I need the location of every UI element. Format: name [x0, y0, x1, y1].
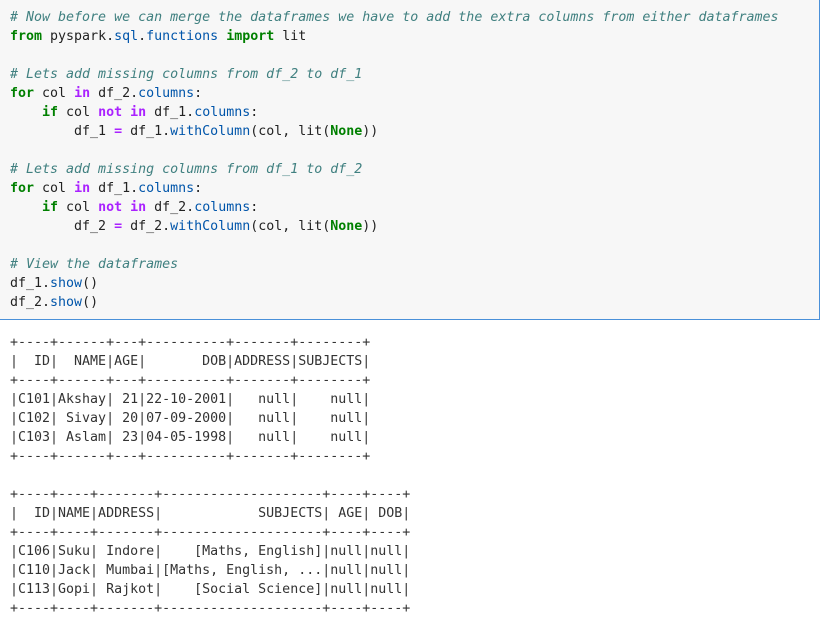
code-token: . — [106, 29, 115, 44]
code-token: in — [130, 200, 147, 215]
code-token: import — [226, 29, 275, 44]
code-token: (col, lit( — [250, 219, 331, 234]
code-line: if col not in df_1.columns: — [10, 103, 819, 122]
code-cell[interactable]: # Now before we can merge the dataframes… — [0, 0, 820, 320]
code-token: columns — [138, 86, 195, 101]
code-token: df_2. — [90, 86, 139, 101]
code-line: # View the dataframes — [10, 255, 819, 274]
code-token: None — [330, 124, 363, 139]
code-token: = — [114, 219, 123, 234]
code-token: columns — [194, 200, 251, 215]
code-token: df_1. — [10, 276, 51, 291]
df2-show-output: +----+----+-------+--------------------+… — [10, 487, 411, 616]
code-token: # Lets add missing columns from df_2 to … — [10, 67, 363, 82]
code-token: show — [50, 276, 83, 291]
code-token: withColumn — [170, 124, 251, 139]
code-token: col — [58, 200, 99, 215]
code-token: from — [10, 29, 43, 44]
code-line: # Lets add missing columns from df_2 to … — [10, 65, 819, 84]
code-token: # Now before we can merge the dataframes… — [10, 10, 779, 25]
code-line: df_1 = df_1.withColumn(col, lit(None)) — [10, 122, 819, 141]
code-token: df_1. — [122, 124, 171, 139]
code-token: df_2. — [146, 200, 195, 215]
code-token: df_2 — [10, 219, 115, 234]
code-token: )) — [362, 124, 379, 139]
code-token: col — [58, 105, 99, 120]
code-token: functions — [146, 29, 219, 44]
code-token: df_2. — [122, 219, 171, 234]
code-line: # Lets add missing columns from df_1 to … — [10, 160, 819, 179]
code-token: )) — [362, 219, 379, 234]
code-line: if col not in df_2.columns: — [10, 198, 819, 217]
code-token: in — [130, 105, 147, 120]
code-token: columns — [194, 105, 251, 120]
code-line: for col in df_1.columns: — [10, 179, 819, 198]
code-token: if — [42, 105, 59, 120]
code-token: in — [74, 181, 91, 196]
code-token: pyspark — [42, 29, 107, 44]
code-line: for col in df_2.columns: — [10, 84, 819, 103]
code-token: for — [10, 86, 35, 101]
code-token: columns — [138, 181, 195, 196]
code-token: df_1 — [10, 124, 115, 139]
code-token: show — [50, 295, 83, 310]
code-token: df_1. — [146, 105, 195, 120]
code-token: col — [34, 86, 75, 101]
code-token: col — [34, 181, 75, 196]
code-line: from pyspark.sql.functions import lit — [10, 27, 819, 46]
code-token: : — [250, 200, 259, 215]
code-line: # Now before we can merge the dataframes… — [10, 8, 819, 27]
code-token: not — [98, 105, 123, 120]
code-token: sql — [114, 29, 139, 44]
code-line: df_1.show() — [10, 274, 819, 293]
code-token: () — [82, 276, 99, 291]
code-token: : — [250, 105, 259, 120]
code-token: (col, lit( — [250, 124, 331, 139]
code-editor[interactable]: # Now before we can merge the dataframes… — [0, 0, 819, 312]
df1-show-output: +----+------+---+----------+-------+----… — [10, 335, 371, 464]
code-token: in — [74, 86, 91, 101]
code-token: () — [82, 295, 99, 310]
code-token: df_1. — [90, 181, 139, 196]
code-token: = — [114, 124, 123, 139]
code-token: : — [194, 181, 203, 196]
code-token: df_2. — [10, 295, 51, 310]
code-token: withColumn — [170, 219, 251, 234]
code-token: None — [330, 219, 363, 234]
code-token: not — [98, 200, 123, 215]
code-token: if — [42, 200, 59, 215]
code-line: df_2 = df_2.withColumn(col, lit(None)) — [10, 217, 819, 236]
code-token: # View the dataframes — [10, 257, 179, 272]
code-line: df_2.show() — [10, 293, 819, 312]
code-token: lit — [274, 29, 307, 44]
code-token: for — [10, 181, 35, 196]
code-token: . — [138, 29, 147, 44]
code-token: : — [194, 86, 203, 101]
code-token: # Lets add missing columns from df_1 to … — [10, 162, 363, 177]
